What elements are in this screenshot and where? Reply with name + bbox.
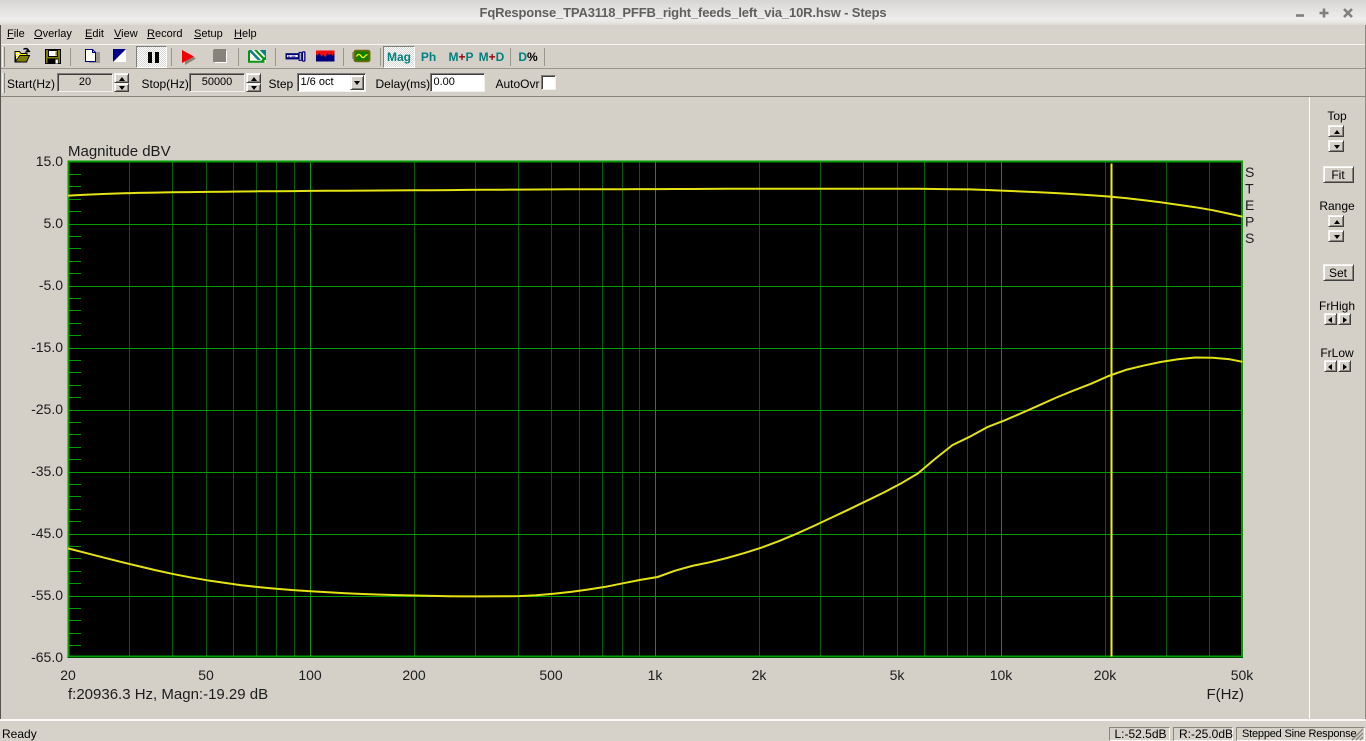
svg-text:Magnitude dBV: Magnitude dBV [68, 143, 171, 160]
svg-text:10k: 10k [990, 667, 1014, 683]
svg-text:F(Hz): F(Hz) [1207, 686, 1245, 703]
svg-text:20: 20 [60, 667, 76, 683]
svg-text:15.0: 15.0 [36, 153, 63, 169]
svg-text:P: P [1245, 214, 1254, 230]
svg-text:-45.0: -45.0 [31, 525, 63, 541]
svg-text:50: 50 [198, 667, 214, 683]
svg-text:1k: 1k [648, 667, 664, 683]
svg-text:20k: 20k [1094, 667, 1118, 683]
svg-text:f:20936.3 Hz, Magn:-19.29 dB: f:20936.3 Hz, Magn:-19.29 dB [68, 686, 268, 703]
svg-text:100: 100 [298, 667, 322, 683]
svg-text:-35.0: -35.0 [31, 463, 63, 479]
svg-text:-5.0: -5.0 [39, 277, 63, 293]
svg-text:-25.0: -25.0 [31, 401, 63, 417]
svg-text:E: E [1245, 197, 1254, 213]
svg-text:S: S [1245, 164, 1254, 180]
svg-text:50k: 50k [1231, 667, 1255, 683]
svg-text:2k: 2k [752, 667, 768, 683]
svg-text:5.0: 5.0 [44, 215, 64, 231]
svg-text:-65.0: -65.0 [31, 649, 63, 665]
svg-text:500: 500 [539, 667, 563, 683]
svg-text:S: S [1245, 230, 1254, 246]
svg-text:5k: 5k [890, 667, 906, 683]
svg-text:-55.0: -55.0 [31, 587, 63, 603]
svg-text:200: 200 [402, 667, 426, 683]
svg-text:T: T [1245, 181, 1254, 197]
svg-text:-15.0: -15.0 [31, 339, 63, 355]
